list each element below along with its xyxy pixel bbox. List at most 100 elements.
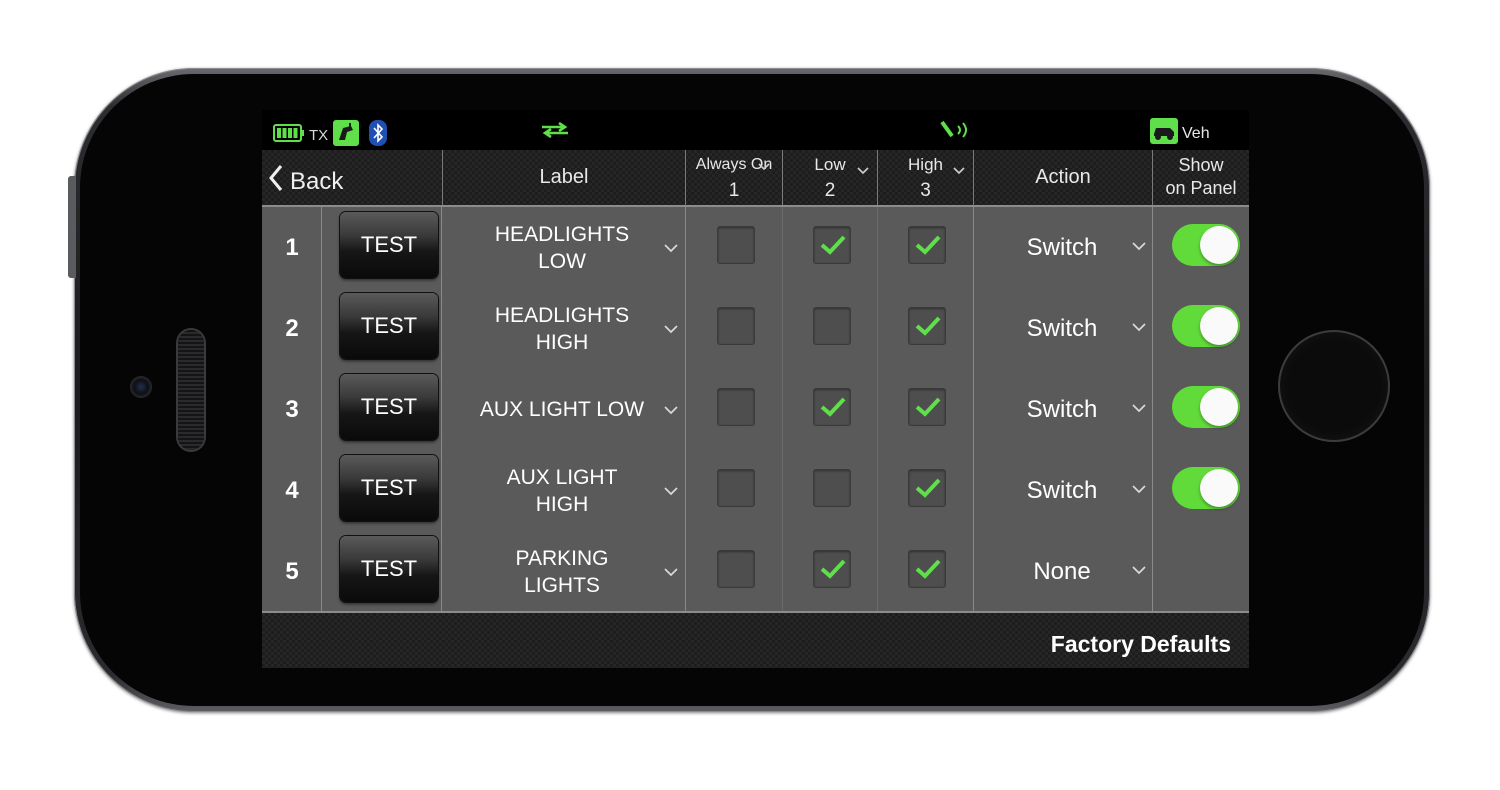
checkbox-high[interactable] [908, 469, 946, 507]
action-dropdown[interactable]: Switch [974, 207, 1150, 288]
header-low[interactable]: Low 2 [782, 150, 877, 205]
table-footer: Factory Defaults [262, 611, 1249, 668]
test-button[interactable]: TEST [340, 212, 438, 278]
chevron-left-icon [268, 164, 284, 199]
show-on-panel-toggle[interactable] [1172, 224, 1240, 266]
label-dropdown[interactable]: HEADLIGHTS HIGH [442, 288, 682, 369]
action-value: Switch [1026, 315, 1098, 342]
home-button[interactable] [1278, 330, 1390, 442]
chevron-down-icon [664, 483, 678, 501]
app-screen: TX Veh Back Label Always On 1 Low 2 High… [262, 110, 1249, 668]
checkbox-always-on[interactable] [717, 550, 755, 588]
toggle-knob [1200, 226, 1238, 264]
action-dropdown[interactable]: None [974, 531, 1150, 612]
table-row: 4 TEST AUX LIGHT HIGH Switch [262, 450, 1249, 531]
checkbox-high[interactable] [908, 550, 946, 588]
show-title-line1: Show [1178, 155, 1224, 175]
vehicle-icon [1150, 118, 1178, 149]
checkbox-low[interactable] [813, 226, 851, 264]
sync-arrows-icon [540, 121, 570, 143]
light-label: PARKING LIGHTS [515, 546, 609, 597]
checkbox-low[interactable] [813, 307, 851, 345]
checkbox-always-on[interactable] [717, 388, 755, 426]
row-number: 4 [285, 477, 299, 504]
checkbox-low[interactable] [813, 550, 851, 588]
action-value: None [1033, 558, 1091, 585]
bluetooth-icon [369, 120, 388, 151]
vehicle-status: Veh [1150, 118, 1210, 149]
factory-defaults-button[interactable]: Factory Defaults [1051, 631, 1231, 658]
label-dropdown[interactable]: PARKING LIGHTS [442, 531, 682, 612]
checkbox-low[interactable] [813, 388, 851, 426]
show-title-line2: on Panel [1165, 178, 1237, 198]
row-number: 3 [285, 396, 299, 423]
action-value: Switch [1026, 234, 1098, 261]
table-row: 3 TEST AUX LIGHT LOW Switch [262, 369, 1249, 450]
light-config-table: 1 TEST HEADLIGHTS LOW Switch 2 TEST HEADLI… [262, 207, 1249, 611]
checkbox-low[interactable] [813, 469, 851, 507]
chevron-down-icon [664, 321, 678, 339]
chevron-down-icon [1132, 562, 1146, 580]
row-number: 1 [285, 234, 299, 261]
label-dropdown[interactable]: AUX LIGHT HIGH [442, 450, 682, 531]
chevron-down-icon [758, 158, 770, 176]
show-on-panel-toggle[interactable] [1172, 305, 1240, 347]
signal-icon [940, 118, 974, 147]
header-always-on[interactable]: Always On 1 [685, 150, 782, 205]
test-button[interactable]: TEST [340, 455, 438, 521]
action-dropdown[interactable]: Switch [974, 369, 1150, 450]
checkbox-high[interactable] [908, 388, 946, 426]
test-button[interactable]: TEST [340, 293, 438, 359]
tx-status: TX [273, 120, 388, 151]
row-number: 2 [285, 315, 299, 342]
battery-icon [273, 123, 305, 148]
action-dropdown[interactable]: Switch [974, 288, 1150, 369]
checkbox-always-on[interactable] [717, 307, 755, 345]
show-on-panel-toggle[interactable] [1172, 386, 1240, 428]
checkbox-always-on[interactable] [717, 226, 755, 264]
test-button[interactable]: TEST [340, 536, 438, 602]
light-label: AUX LIGHT HIGH [506, 465, 618, 516]
label-dropdown[interactable]: HEADLIGHTS LOW [442, 207, 682, 288]
toggle-knob [1200, 388, 1238, 426]
table-header: Back Label Always On 1 Low 2 High 3 Acti… [262, 150, 1249, 207]
sync-status [540, 121, 570, 143]
action-dropdown[interactable]: Switch [974, 450, 1150, 531]
always-on-number: 1 [728, 180, 740, 201]
checkbox-high[interactable] [908, 226, 946, 264]
row-number: 5 [285, 558, 299, 585]
transmitter-icon [333, 120, 360, 151]
show-on-panel-toggle[interactable] [1172, 467, 1240, 509]
chevron-down-icon [664, 564, 678, 582]
test-button[interactable]: TEST [340, 374, 438, 440]
light-label: AUX LIGHT LOW [479, 398, 645, 421]
table-row: 1 TEST HEADLIGHTS LOW Switch [262, 207, 1249, 288]
label-dropdown[interactable]: AUX LIGHT LOW [442, 369, 682, 450]
high-number: 3 [920, 180, 931, 201]
action-value: Switch [1026, 396, 1098, 423]
status-bar: TX Veh [262, 110, 1249, 150]
side-button [68, 176, 76, 278]
toggle-knob [1200, 307, 1238, 345]
chevron-down-icon [1132, 319, 1146, 337]
tx-label: TX [309, 127, 329, 144]
chevron-down-icon [857, 162, 869, 180]
header-label: Label [442, 150, 685, 205]
checkbox-high[interactable] [908, 307, 946, 345]
header-high[interactable]: High 3 [877, 150, 973, 205]
veh-label: Veh [1182, 124, 1210, 142]
back-button[interactable]: Back [268, 164, 343, 199]
earpiece-speaker [178, 330, 204, 450]
action-value: Switch [1026, 477, 1098, 504]
chevron-down-icon [664, 240, 678, 258]
signal-status [940, 118, 974, 147]
low-number: 2 [824, 180, 836, 201]
checkbox-always-on[interactable] [717, 469, 755, 507]
chevron-down-icon [664, 402, 678, 420]
front-camera [130, 376, 152, 398]
header-action: Action [973, 150, 1152, 205]
table-row: 2 TEST HEADLIGHTS HIGH Switch [262, 288, 1249, 369]
toggle-knob [1200, 469, 1238, 507]
chevron-down-icon [1132, 400, 1146, 418]
header-back-cell: Back [262, 150, 442, 205]
